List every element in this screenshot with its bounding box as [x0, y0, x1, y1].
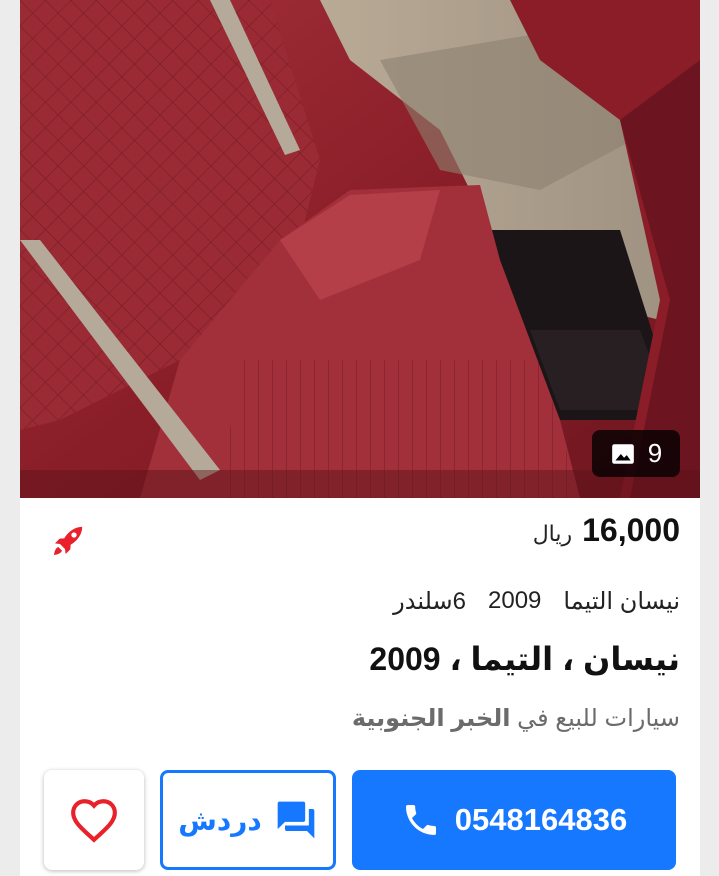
- call-button[interactable]: 0548164836: [352, 770, 676, 870]
- chat-icon: [277, 801, 315, 839]
- photo-count-value: 9: [647, 438, 663, 468]
- listing-specs: نيسان التيما 2009 6سلندر: [393, 587, 680, 616]
- favorite-button[interactable]: [44, 770, 144, 870]
- listing-location: سيارات للبيع في الخبر الجنوبية: [342, 704, 680, 733]
- boost-button[interactable]: [48, 521, 88, 566]
- location-prefix: سيارات للبيع في: [517, 705, 680, 732]
- listing-price: 16,000: [582, 512, 680, 548]
- price-currency: ريال: [532, 521, 573, 546]
- photo-count-badge: 9: [592, 430, 680, 477]
- call-phone-number: 0548164836: [454, 802, 628, 837]
- chat-button[interactable]: دردش: [160, 770, 336, 870]
- rocket-icon: [54, 526, 83, 555]
- image-icon: [611, 443, 634, 464]
- price-row: 16,000 ريال: [20, 512, 680, 556]
- location-city[interactable]: الخبر الجنوبية: [352, 705, 511, 732]
- spec-cylinders: 6سلندر: [393, 588, 467, 615]
- heart-icon: [71, 799, 117, 843]
- spec-year: 2009: [488, 587, 542, 614]
- phone-icon: [405, 805, 436, 835]
- listing-photo[interactable]: 9: [20, 0, 700, 498]
- listing-title[interactable]: نيسان ، التيما ، 2009: [369, 640, 680, 678]
- car-interior-photo: [20, 0, 700, 498]
- spec-model: نيسان التيما: [563, 588, 680, 615]
- chat-label: دردش: [178, 804, 262, 836]
- listing-card[interactable]: 9 16,000 ريال نيسان التيما 2009 6سلندر ن…: [20, 0, 700, 876]
